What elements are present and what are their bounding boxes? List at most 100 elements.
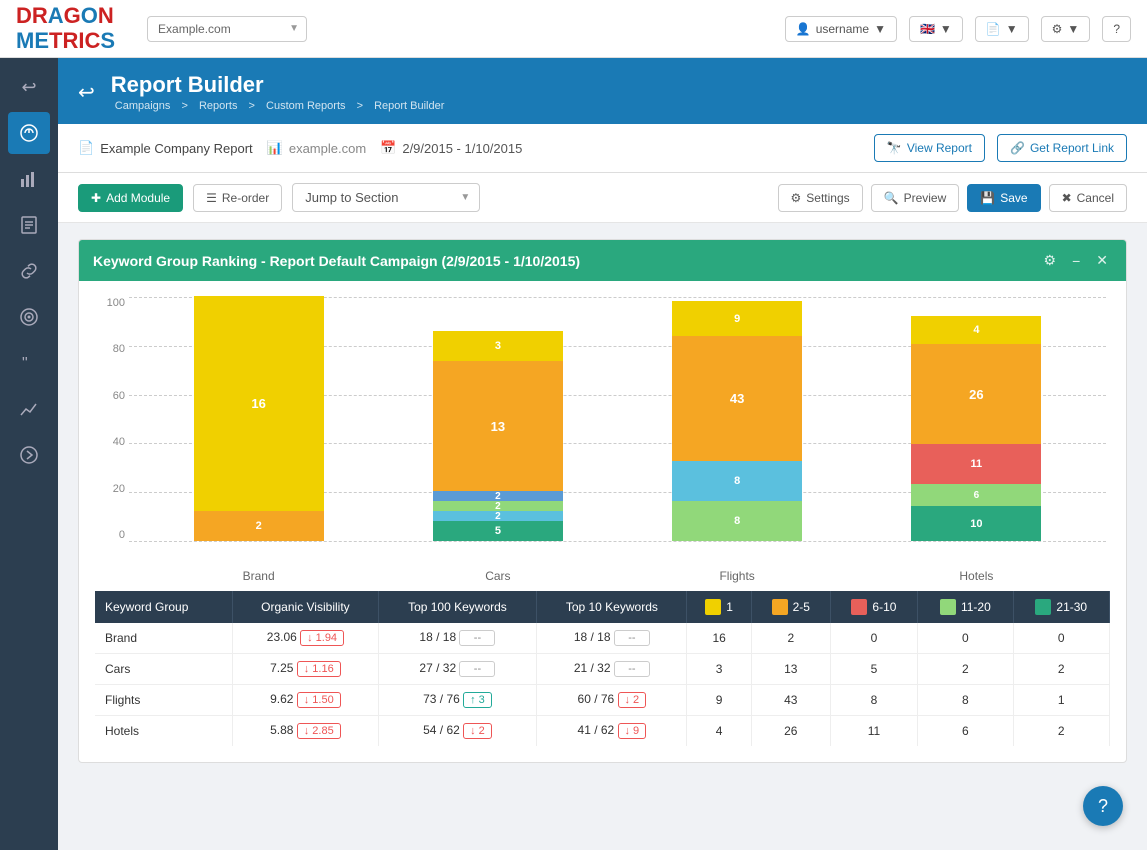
flag-button[interactable]: 🇬🇧 ▼	[909, 16, 963, 42]
bar-flights-seg2: 8	[672, 461, 802, 501]
bar-brand: 2 16	[194, 296, 324, 541]
td-col25: 43	[751, 685, 830, 716]
td-organic-vis: 7.25 ↓1.16	[233, 654, 378, 685]
bar-group-flights: 8 8 43 9	[672, 301, 802, 541]
sidebar-item-analytics[interactable]	[8, 158, 50, 200]
jump-select-wrap[interactable]: Jump to Section Keyword Group Ranking ▼	[292, 183, 480, 212]
reorder-button[interactable]: ☰ Re-order	[193, 184, 282, 212]
badge-down-icon: ↓	[470, 725, 476, 737]
th-col1-label: 1	[726, 600, 733, 614]
cancel-button[interactable]: ✖ Cancel	[1049, 184, 1127, 212]
campaign-select[interactable]: Example.com	[147, 16, 307, 42]
get-report-link-button[interactable]: 🔗 Get Report Link	[997, 134, 1127, 162]
back-button[interactable]: ↩	[78, 80, 95, 105]
save-button[interactable]: 💾 Save	[967, 184, 1040, 212]
plus-icon: ✚	[91, 191, 101, 205]
y-label-60: 60	[87, 390, 125, 402]
chart-x-labels: Brand Cars Flights Hotels	[129, 569, 1106, 583]
preview-label: Preview	[904, 191, 947, 205]
td-organic-vis: 9.62 ↓1.50	[233, 685, 378, 716]
table-header-row: Keyword Group Organic Visibility Top 100…	[95, 591, 1110, 623]
td-col1120: 2	[918, 654, 1013, 685]
td-group: Cars	[95, 654, 233, 685]
chart-container: 0 20 40 60 80 100	[79, 281, 1126, 591]
sidebar-item-quotes[interactable]: "	[8, 342, 50, 384]
td-top100: 27 / 32 --	[378, 654, 537, 685]
action-bar-right: ⚙ Settings 🔍 Preview 💾 Save ✖ Cancel	[778, 184, 1128, 212]
top10-badge: --	[614, 630, 650, 646]
doc-button[interactable]: 📄 ▼	[975, 16, 1029, 42]
cancel-label: Cancel	[1077, 191, 1114, 205]
td-col2130: 0	[1013, 623, 1110, 654]
sidebar-item-trends[interactable]	[8, 388, 50, 430]
bar-hotels-segments: 10 6 11 26 4	[911, 316, 1041, 541]
report-name-label: Example Company Report	[100, 141, 252, 156]
swatch-11-20	[940, 599, 956, 615]
cancel-icon: ✖	[1062, 191, 1072, 205]
chat-bubble-button[interactable]: ?	[1083, 786, 1123, 826]
help-button[interactable]: ?	[1102, 16, 1131, 42]
preview-icon: 🔍	[884, 191, 899, 205]
flag-icon: 🇬🇧	[920, 22, 935, 36]
module-settings-button[interactable]: ⚙	[1040, 250, 1061, 271]
report-area: Keyword Group Ranking - Report Default C…	[58, 223, 1147, 779]
breadcrumb-campaigns[interactable]: Campaigns	[115, 100, 171, 112]
report-chart-icon: 📊	[267, 140, 283, 156]
view-report-button[interactable]: 🔭 View Report	[874, 134, 985, 162]
td-top100: 54 / 62 ↓2	[378, 716, 537, 747]
badge-down-icon: ↓	[625, 725, 631, 737]
add-module-button[interactable]: ✚ Add Module	[78, 184, 183, 212]
jump-select[interactable]: Jump to Section Keyword Group Ranking	[292, 183, 480, 212]
logo: DRAGONMETRICS	[16, 4, 115, 52]
table-row: Flights 9.62 ↓1.50 73 / 76 ↑3 60 / 76 ↓2…	[95, 685, 1110, 716]
th-col25: 2-5	[751, 591, 830, 623]
settings-action-button[interactable]: ⚙ Settings	[778, 184, 863, 212]
table-body: Brand 23.06 ↓1.94 18 / 18 -- 18 / 18 -- …	[95, 623, 1110, 746]
breadcrumb-reports[interactable]: Reports	[199, 100, 238, 112]
organic-vis-badge: ↓2.85	[297, 723, 341, 739]
top10-badge: ↓2	[618, 692, 647, 708]
sidebar-item-arrow[interactable]	[8, 434, 50, 476]
bar-group-brand: 2 16	[194, 296, 324, 541]
action-bar: ✚ Add Module ☰ Re-order Jump to Section …	[58, 173, 1147, 223]
sidebar-item-links[interactable]	[8, 250, 50, 292]
x-label-flights: Flights	[672, 569, 802, 583]
module-minimize-button[interactable]: −	[1068, 251, 1084, 271]
module-close-button[interactable]: ✕	[1092, 250, 1112, 271]
sidebar-item-reports[interactable]	[8, 204, 50, 246]
sidebar-item-dashboard[interactable]	[8, 112, 50, 154]
save-label: Save	[1000, 191, 1027, 205]
td-col25: 26	[751, 716, 830, 747]
badge-down-icon: ↓	[304, 663, 310, 675]
settings-button[interactable]: ⚙ ▼	[1041, 16, 1091, 42]
module-title: Keyword Group Ranking - Report Default C…	[93, 253, 580, 269]
bar-cars-segments: 5 2 2 2 13 3	[433, 331, 563, 541]
bar-hotels-seg5: 4	[911, 316, 1041, 344]
th-col610: 6-10	[830, 591, 918, 623]
help-icon: ?	[1113, 22, 1120, 36]
preview-button[interactable]: 🔍 Preview	[871, 184, 960, 212]
bar-hotels: 10 6 11 26 4	[911, 316, 1041, 541]
top100-badge: ↓2	[463, 723, 492, 739]
bar-group-cars: 5 2 2 2 13 3	[433, 331, 563, 541]
bar-cars-seg5: 13	[433, 361, 563, 491]
reorder-label: Re-order	[222, 191, 269, 205]
td-top100: 18 / 18 --	[378, 623, 537, 654]
bar-hotels-seg4: 26	[911, 344, 1041, 444]
campaign-select-wrap[interactable]: Example.com ▼	[147, 16, 307, 42]
organic-vis-badge: ↓1.50	[297, 692, 341, 708]
breadcrumb-custom-reports[interactable]: Custom Reports	[266, 100, 345, 112]
breadcrumb: Campaigns > Reports > Custom Reports > R…	[111, 100, 449, 112]
user-button[interactable]: 👤 username ▼	[785, 16, 897, 42]
td-organic-vis: 5.88 ↓2.85	[233, 716, 378, 747]
td-col2130: 1	[1013, 685, 1110, 716]
td-col610: 11	[830, 716, 918, 747]
bar-flights: 8 8 43 9	[672, 301, 802, 541]
table-container: Keyword Group Organic Visibility Top 100…	[79, 591, 1126, 762]
bar-cars-seg3: 2	[433, 501, 563, 511]
sidebar-item-back[interactable]: ↩	[8, 66, 50, 108]
sidebar-item-targets[interactable]	[8, 296, 50, 338]
th-organic-vis: Organic Visibility	[233, 591, 378, 623]
td-col1: 9	[687, 685, 752, 716]
doc-dropdown-icon: ▼	[1006, 22, 1018, 36]
